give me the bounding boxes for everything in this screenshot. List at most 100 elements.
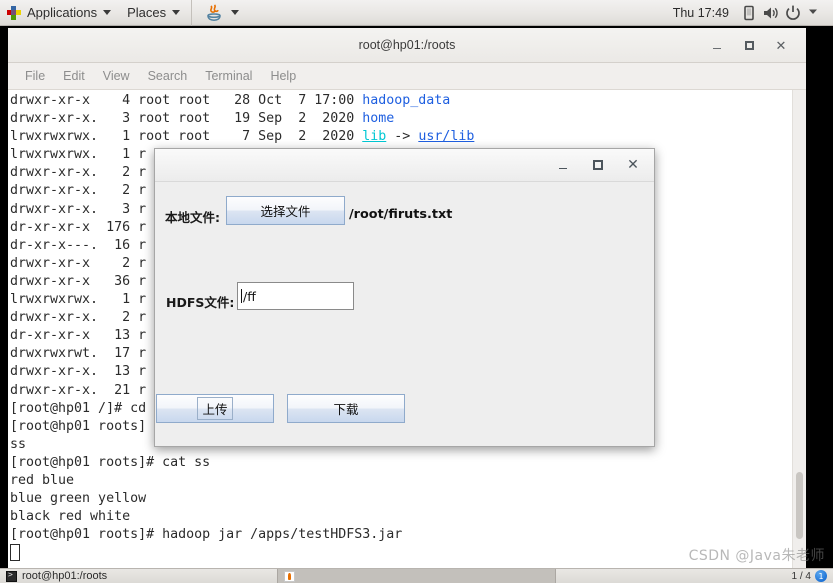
download-button[interactable]: 下载 xyxy=(287,394,405,423)
terminal-line-text: drwxr-xr-x 36 r xyxy=(10,273,147,289)
terminal-directory-name: home xyxy=(362,111,395,127)
terminal-scrollbar-thumb[interactable] xyxy=(796,472,803,539)
menu-terminal[interactable]: Terminal xyxy=(196,66,261,86)
dialog-window-controls: ✕ xyxy=(556,158,654,172)
chevron-down-icon[interactable] xyxy=(805,3,825,23)
terminal-line-text: [root@hp01 roots]# hadoop jar /apps/test… xyxy=(10,527,403,543)
terminal-line: [root@hp01 roots]# hadoop jar /apps/test… xyxy=(10,526,792,544)
workspace-badge[interactable]: 1 xyxy=(815,570,827,582)
terminal-line: black red white xyxy=(10,508,792,526)
terminal-icon xyxy=(6,570,17,582)
terminal-cursor xyxy=(10,544,20,562)
terminal-line-text: drwxr-xr-x. 2 r xyxy=(10,310,147,326)
volume-icon[interactable] xyxy=(761,3,781,23)
taskbar-item-terminal-label: root@hp01:/roots xyxy=(22,570,108,582)
java-coffee-icon xyxy=(207,3,221,21)
terminal-line: [root@hp01 roots]# cat ss xyxy=(10,454,792,472)
choose-file-button[interactable]: 选择文件 xyxy=(226,196,345,225)
applications-menu-label: Applications xyxy=(27,5,98,20)
terminal-menubar: File Edit View Search Terminal Help xyxy=(8,63,806,90)
terminal-directory-name: hadoop_data xyxy=(362,93,451,108)
close-button[interactable]: ✕ xyxy=(773,37,789,53)
terminal-line-text: black red white xyxy=(10,509,131,525)
terminal-line-text: drwxrwxrwt. 17 r xyxy=(10,346,147,362)
panel-divider xyxy=(191,0,193,26)
terminal-line-text: lrwxrwxrwx. 1 root root 7 Sep 2 2020 xyxy=(10,129,363,145)
places-menu[interactable]: Places xyxy=(119,0,188,25)
local-file-label: 本地文件: xyxy=(165,210,220,225)
terminal-line-text: drwxr-xr-x. 13 r xyxy=(10,364,147,380)
taskbar-item-java[interactable] xyxy=(277,569,556,583)
terminal-line-text: dr-xr-x---. 16 r xyxy=(10,237,147,253)
dialog-content: 本地文件: 选择文件 /root/firuts.txt HDFS文件: /ff … xyxy=(155,182,654,446)
menu-edit[interactable]: Edit xyxy=(54,66,94,86)
dialog-titlebar[interactable]: ✕ xyxy=(155,149,654,182)
taskbar-item-terminal[interactable]: root@hp01:/roots xyxy=(0,569,277,583)
terminal-line-text: dr-xr-xr-x 176 r xyxy=(10,219,147,235)
minimize-button[interactable] xyxy=(556,158,570,172)
terminal-titlebar[interactable]: root@hp01:/roots ✕ xyxy=(8,28,806,63)
menu-search[interactable]: Search xyxy=(139,66,197,86)
local-file-path: /root/firuts.txt xyxy=(349,207,453,222)
panel-tray: Thu 17:49 xyxy=(665,3,833,23)
menu-view[interactable]: View xyxy=(94,66,139,86)
terminal-title: root@hp01:/roots xyxy=(358,38,456,52)
workspace-switcher[interactable]: 1 / 4 1 xyxy=(792,570,833,582)
terminal-window-controls: ✕ xyxy=(709,37,806,53)
minimize-button[interactable] xyxy=(709,37,725,53)
terminal-line: blue green yellow xyxy=(10,490,792,508)
java-app-indicator[interactable] xyxy=(195,0,247,25)
terminal-line-text: drwxr-xr-x 4 root root 28 Oct 7 17:00 xyxy=(10,93,363,108)
hdfs-transfer-dialog: ✕ 本地文件: 选择文件 /root/firuts.txt HDFS文件: /f… xyxy=(154,148,655,447)
terminal-line: drwxr-xr-x 4 root root 28 Oct 7 17:00 ha… xyxy=(10,92,792,110)
workspace-indicator: 1 / 4 xyxy=(791,570,811,582)
apps-grid-icon xyxy=(7,5,21,20)
places-menu-label: Places xyxy=(127,5,167,20)
power-icon[interactable] xyxy=(783,3,803,23)
chevron-down-icon xyxy=(231,10,240,15)
terminal-line: drwxr-xr-x. 3 root root 19 Sep 2 2020 ho… xyxy=(10,110,792,128)
terminal-line-text: ss xyxy=(10,436,27,452)
terminal-line-text: drwxr-xr-x. 21 r xyxy=(10,382,147,398)
terminal-line-text: [root@hp01 roots] xyxy=(10,418,147,434)
terminal-line-text: lrwxrwxrwx. 1 r xyxy=(10,292,147,308)
terminal-line-text: blue green yellow xyxy=(10,491,147,507)
terminal-line-text: drwxr-xr-x. 3 r xyxy=(10,201,147,217)
menu-help[interactable]: Help xyxy=(261,66,305,86)
top-panel: Applications Places Thu 17:49 xyxy=(0,0,833,26)
terminal-symlink-arrow: -> xyxy=(386,129,419,145)
terminal-line-text: drwxr-xr-x. 3 root root 19 Sep 2 2020 xyxy=(10,111,363,127)
close-button[interactable]: ✕ xyxy=(626,158,640,172)
terminal-symlink-name: lib xyxy=(362,129,387,145)
menu-file[interactable]: File xyxy=(16,66,54,86)
terminal-symlink-target: usr/lib xyxy=(418,129,475,145)
upload-button-label: 上传 xyxy=(197,397,233,420)
hdfs-file-label: HDFS文件: xyxy=(166,295,235,310)
chevron-down-icon xyxy=(103,10,112,15)
hdfs-file-input-value: /ff xyxy=(243,288,256,304)
upload-button[interactable]: 上传 xyxy=(156,394,274,423)
terminal-line: red blue xyxy=(10,472,792,490)
bottom-taskbar: root@hp01:/roots 1 / 4 1 xyxy=(0,568,833,583)
terminal-line-text: drwxr-xr-x. 2 r xyxy=(10,165,147,181)
terminal-line-text: lrwxrwxrwx. 1 r xyxy=(10,147,147,163)
chevron-down-icon xyxy=(172,10,181,15)
terminal-line-text: [root@hp01 /]# cd xyxy=(10,400,147,416)
terminal-line-text: dr-xr-xr-x 13 r xyxy=(10,328,147,344)
terminal-line-text: drwxr-xr-x. 2 r xyxy=(10,183,147,199)
terminal-line-text: [root@hp01 roots]# cat ss xyxy=(10,454,211,470)
terminal-line xyxy=(10,544,792,562)
terminal-scrollbar[interactable] xyxy=(792,90,806,568)
applications-menu[interactable]: Applications xyxy=(0,0,119,25)
hdfs-file-input[interactable]: /ff xyxy=(237,282,354,310)
clock[interactable]: Thu 17:49 xyxy=(665,6,737,20)
display-icon[interactable] xyxy=(739,3,759,23)
terminal-line-text: drwxr-xr-x 2 r xyxy=(10,255,147,271)
terminal-line-text: red blue xyxy=(10,472,75,488)
maximize-button[interactable] xyxy=(741,37,757,53)
java-icon xyxy=(284,570,295,582)
terminal-line: lrwxrwxrwx. 1 root root 7 Sep 2 2020 lib… xyxy=(10,128,792,146)
maximize-button[interactable] xyxy=(591,158,605,172)
text-caret xyxy=(241,289,242,303)
desktop: Applications Places Thu 17:49 root@hp01:… xyxy=(0,0,833,583)
